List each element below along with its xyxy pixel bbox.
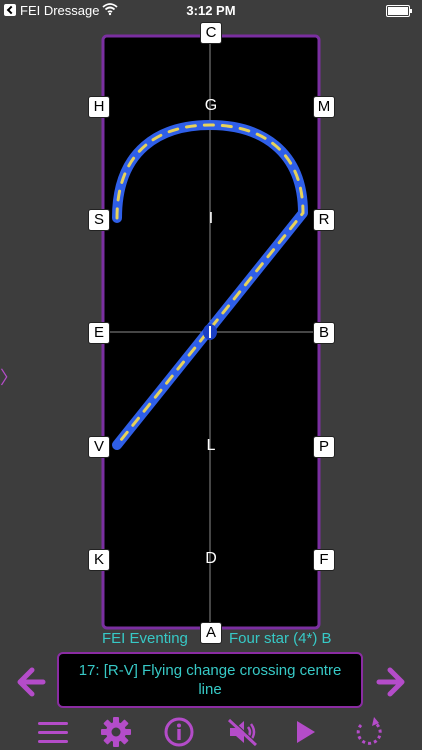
x-marker-icon: [203, 324, 217, 340]
letter-i: I: [208, 210, 214, 227]
marker-e: E: [88, 322, 110, 344]
test-level: Four star (4*) B: [229, 630, 332, 647]
marker-v: V: [88, 436, 110, 458]
gear-icon[interactable]: [99, 716, 133, 748]
marker-s: S: [88, 209, 110, 231]
menu-icon[interactable]: [36, 716, 70, 748]
marker-k: K: [88, 549, 110, 571]
marker-m: M: [313, 96, 335, 118]
letter-g: G: [204, 97, 218, 114]
play-icon[interactable]: [288, 716, 322, 748]
marker-f: F: [313, 549, 335, 571]
mute-icon[interactable]: [225, 716, 259, 748]
marker-r: R: [313, 209, 335, 231]
info-icon[interactable]: [162, 716, 196, 748]
previous-movement-button[interactable]: [12, 664, 48, 700]
marker-c: C: [200, 22, 222, 44]
test-name: FEI Eventing: [102, 630, 188, 647]
marker-b: B: [313, 322, 335, 344]
replay-icon[interactable]: [351, 716, 385, 748]
marker-h: H: [88, 96, 110, 118]
dressage-arena: C A H S E V K M R B P F G I L D: [0, 0, 422, 644]
letter-d: D: [205, 550, 217, 567]
marker-p: P: [313, 436, 335, 458]
movement-description: 17: [R-V] Flying change crossing centre …: [57, 652, 363, 708]
next-movement-button[interactable]: [374, 664, 410, 700]
letter-l: L: [206, 437, 216, 454]
marker-a: A: [200, 622, 222, 644]
